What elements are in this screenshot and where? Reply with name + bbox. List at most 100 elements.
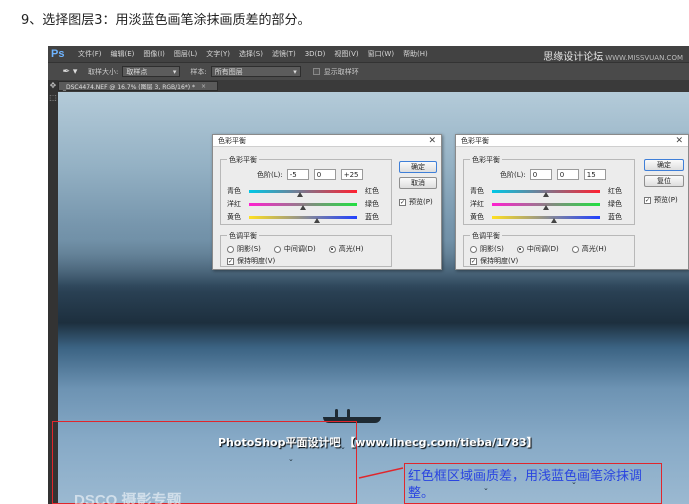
- color-balance-dialog-left: 色彩平衡 ✕ 色彩平衡 色阶(L): -5 0 +25 青色 红色 洋红 绿色 …: [212, 134, 442, 270]
- slider-left-label: 黄色: [470, 213, 484, 221]
- marquee-tool-icon[interactable]: ⬚: [48, 92, 58, 104]
- level-input-magenta-green[interactable]: 0: [313, 169, 336, 180]
- tone-shadows[interactable]: 阴影(S): [227, 244, 261, 254]
- close-icon[interactable]: ✕: [675, 136, 683, 146]
- menu-file[interactable]: 文件(F): [78, 49, 102, 59]
- slider-left-label: 青色: [227, 187, 241, 195]
- sample-label: 样本:: [190, 67, 207, 76]
- document-tab[interactable]: _DSC4474.NEF @ 16.7% (图层 3, RGB/16*) * ×: [58, 81, 218, 91]
- slider-thumb[interactable]: [551, 217, 558, 223]
- tone-midtones[interactable]: 中间调(D): [273, 244, 316, 254]
- level-input-yellow-blue[interactable]: +25: [340, 169, 363, 180]
- tone-radio-row: 阴影(S) 中间调(D) 高光(H): [470, 244, 620, 254]
- rower: [347, 409, 350, 417]
- slider-track[interactable]: [249, 189, 357, 197]
- levels-label: 色阶(L):: [257, 170, 283, 179]
- checkbox-checked-icon[interactable]: ✓: [644, 196, 651, 204]
- slider-thumb[interactable]: [543, 191, 549, 197]
- radio-label: 高光(H): [581, 245, 607, 253]
- radio-button[interactable]: [571, 245, 579, 253]
- radio-button[interactable]: [470, 245, 477, 253]
- ok-button[interactable]: 确定: [644, 159, 684, 171]
- level-input-magenta-green[interactable]: 0: [556, 169, 579, 180]
- chevron-down-icon: ▾: [293, 67, 297, 76]
- preview-toggle[interactable]: ✓ 预览(P): [399, 197, 433, 207]
- menu-layer[interactable]: 图层(L): [174, 49, 197, 59]
- checkbox-checked-icon[interactable]: ✓: [399, 198, 406, 206]
- dialog-title-bar: 色彩平衡 ✕: [456, 135, 688, 147]
- radio-button[interactable]: [273, 245, 281, 253]
- slider-track[interactable]: [492, 202, 600, 210]
- menu-3d[interactable]: 3D(D): [305, 50, 326, 58]
- group-title: 色调平衡: [470, 231, 502, 241]
- dialog-title: 色彩平衡: [218, 136, 246, 145]
- sample-select[interactable]: 所有图层 ▾: [210, 66, 301, 77]
- slider-track[interactable]: [492, 215, 600, 223]
- radio-button[interactable]: [227, 245, 234, 253]
- tone-shadows[interactable]: 阴影(S): [470, 244, 504, 254]
- radio-button[interactable]: [328, 245, 336, 253]
- slider-right-label: 蓝色: [365, 213, 379, 221]
- tone-highlights[interactable]: 高光(H): [571, 244, 607, 254]
- forum-watermark: PhotoShop平面设计吧 【www.linecg.com/tieba/178…: [218, 436, 538, 449]
- slider-track[interactable]: [492, 189, 600, 197]
- slider-left-label: 黄色: [227, 213, 241, 221]
- close-icon[interactable]: ×: [201, 83, 206, 90]
- color-balance-dialog-right: 色彩平衡 ✕ 色彩平衡 色阶(L): 0 0 15 青色 红色 洋红 绿色 黄色…: [455, 134, 689, 270]
- checkbox-checked-icon[interactable]: ✓: [470, 257, 477, 265]
- preview-toggle[interactable]: ✓ 预览(P): [644, 195, 678, 205]
- move-tool-icon[interactable]: ✥: [48, 80, 58, 92]
- slider-left-label: 洋红: [470, 200, 484, 208]
- slider-left-label: 青色: [470, 187, 484, 195]
- level-input-cyan-red[interactable]: -5: [286, 169, 309, 180]
- checkbox-checked-icon[interactable]: ✓: [227, 257, 234, 265]
- level-input-cyan-red[interactable]: 0: [529, 169, 552, 180]
- sample-size-value: 取样点: [126, 67, 148, 76]
- sample-size-select[interactable]: 取样点 ▾: [122, 66, 181, 77]
- slider-right-label: 红色: [608, 187, 622, 195]
- slider-thumb[interactable]: [313, 217, 320, 223]
- preserve-luminosity[interactable]: ✓ 保持明度(V): [227, 256, 275, 266]
- menu-help[interactable]: 帮助(H): [403, 49, 428, 59]
- close-icon[interactable]: ✕: [428, 136, 436, 146]
- site-watermark-url: WWW.MISSVUAN.COM: [605, 54, 683, 62]
- show-ring-checkbox[interactable]: [312, 68, 320, 75]
- menu-image[interactable]: 图像(I): [143, 49, 165, 59]
- menu-filter[interactable]: 滤镜(T): [272, 49, 296, 59]
- levels-row: 色阶(L): 0 0 15: [500, 169, 606, 180]
- slider-track[interactable]: [249, 202, 357, 210]
- menu-type[interactable]: 文字(Y): [206, 49, 230, 59]
- reset-button[interactable]: 复位: [644, 175, 684, 187]
- document-tab-title: _DSC4474.NEF @ 16.7% (图层 3, RGB/16*) *: [63, 83, 196, 91]
- menu-view[interactable]: 视图(V): [334, 49, 358, 59]
- preserve-luminosity[interactable]: ✓ 保持明度(V): [470, 256, 518, 266]
- dialog-title: 色彩平衡: [461, 136, 489, 145]
- preview-label: 预览(P): [654, 196, 678, 204]
- slider-thumb[interactable]: [297, 191, 304, 197]
- ok-button[interactable]: 确定: [399, 161, 437, 173]
- annotation-arrow: [358, 467, 404, 479]
- preserve-label: 保持明度(V): [237, 257, 276, 265]
- radio-label: 中间调(D): [526, 245, 559, 253]
- group-title: 色调平衡: [227, 231, 259, 241]
- slider-thumb[interactable]: [543, 204, 549, 210]
- cancel-button[interactable]: 取消: [399, 177, 437, 189]
- menu-select[interactable]: 选择(S): [239, 49, 263, 59]
- group-title: 色彩平衡: [470, 155, 502, 165]
- slider-row-cyan-red: 青色 红色: [227, 186, 379, 197]
- radio-label: 阴影(S): [480, 245, 504, 253]
- level-input-yellow-blue[interactable]: 15: [583, 169, 606, 180]
- menu-edit[interactable]: 编辑(E): [111, 49, 135, 59]
- eyedropper-icon[interactable]: ✒ ▾: [56, 66, 84, 78]
- slider-right-label: 蓝色: [608, 213, 622, 221]
- preserve-label: 保持明度(V): [480, 257, 519, 265]
- tone-midtones[interactable]: 中间调(D): [516, 244, 559, 254]
- menu-window[interactable]: 窗口(W): [368, 49, 394, 59]
- slider-track[interactable]: [249, 215, 357, 223]
- tone-radio-row: 阴影(S) 中间调(D) 高光(H): [227, 244, 377, 254]
- radio-button[interactable]: [516, 245, 524, 253]
- slider-thumb[interactable]: [300, 204, 306, 210]
- slider-right-label: 红色: [365, 187, 379, 195]
- tone-highlights[interactable]: 高光(H): [328, 244, 364, 254]
- slider-row-cyan-red: 青色 红色: [470, 186, 622, 197]
